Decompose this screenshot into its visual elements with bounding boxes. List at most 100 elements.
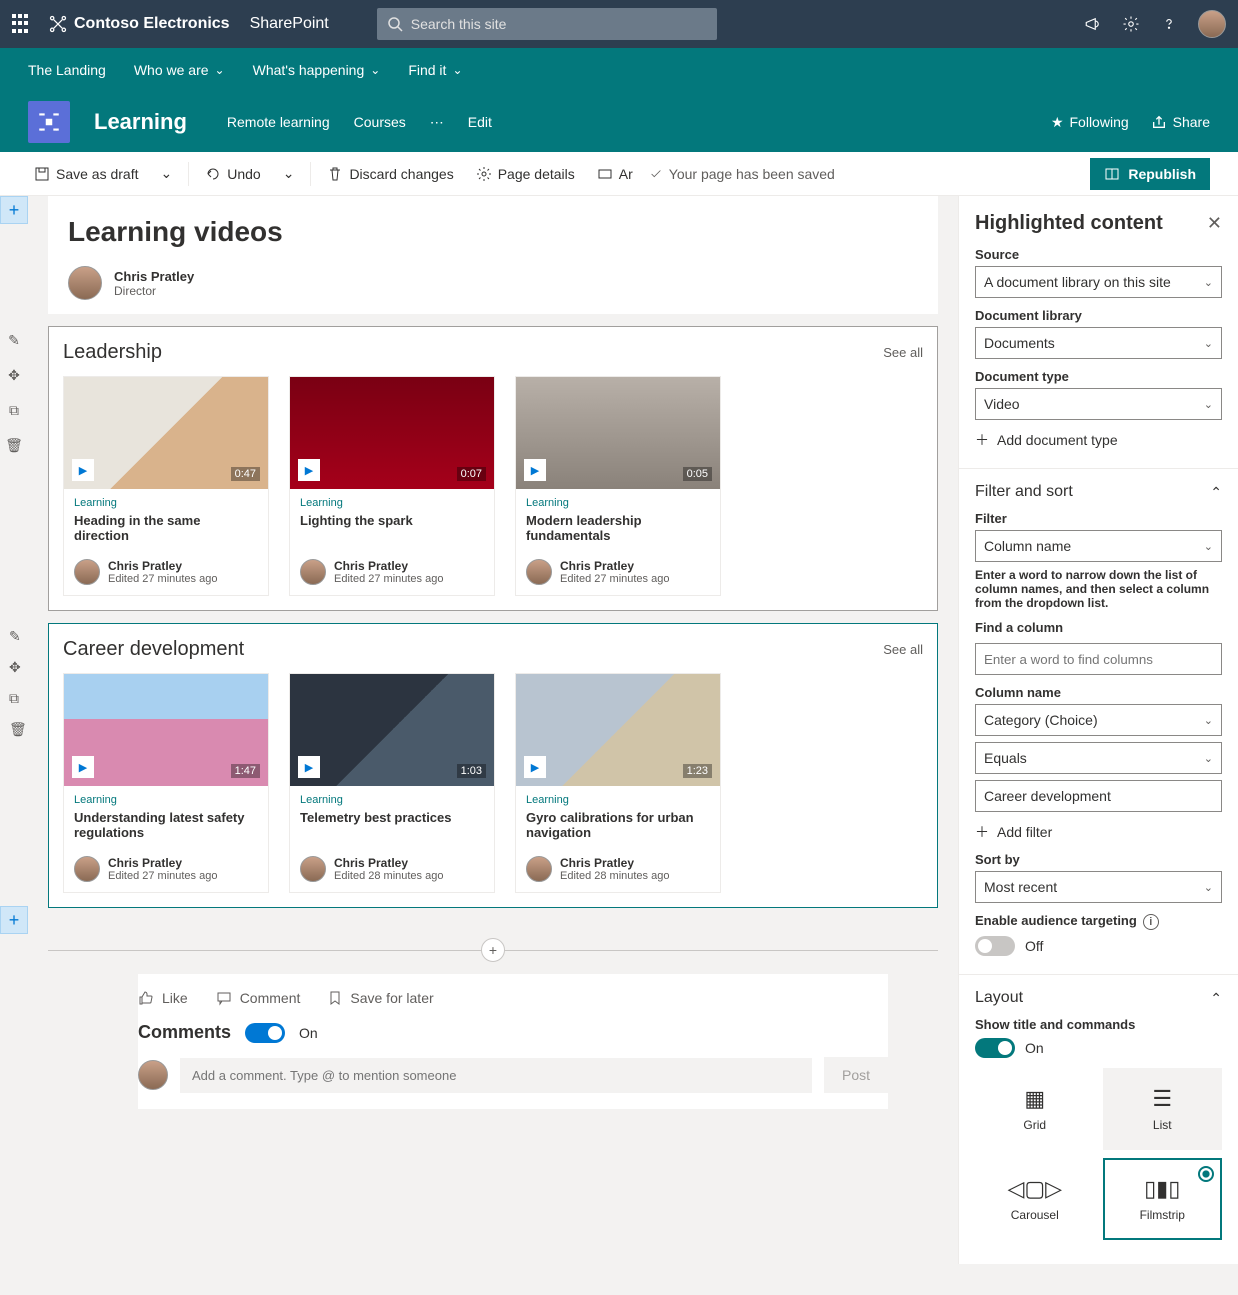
move-icon[interactable]: ✥ — [8, 367, 20, 384]
add-doctype-button[interactable]: ＋Add document type — [975, 430, 1222, 450]
close-icon[interactable]: ✕ — [1207, 213, 1222, 234]
video-card[interactable]: ▶ 0:47 Learning Heading in the same dire… — [63, 376, 269, 596]
video-card[interactable]: ▶ 1:03 Learning Telemetry best practices… — [289, 673, 495, 893]
comments-toggle[interactable] — [245, 1023, 285, 1043]
user-avatar[interactable] — [1198, 10, 1226, 38]
column-name-select[interactable]: Category (Choice)⌄ — [975, 704, 1222, 736]
app-launcher-icon[interactable] — [12, 14, 32, 34]
save-icon — [34, 166, 50, 182]
card-edited: Edited 28 minutes ago — [334, 870, 443, 882]
content-section[interactable]: Leadership See all ▶ 0:47 Learning Headi… — [48, 326, 938, 611]
card-author-avatar — [74, 856, 100, 882]
discard-button[interactable]: Discard changes — [321, 162, 459, 186]
value-select[interactable]: Career development — [975, 780, 1222, 812]
nav-more[interactable]: ⋯ — [430, 114, 444, 131]
delete-icon[interactable]: 🗑 — [9, 721, 27, 738]
save-later-button[interactable]: Save for later — [328, 990, 433, 1006]
source-select[interactable]: A document library on this site⌄ — [975, 266, 1222, 298]
video-card[interactable]: ▶ 0:05 Learning Modern leadership fundam… — [515, 376, 721, 596]
video-card[interactable]: ▶ 0:07 Learning Lighting the spark Chris… — [289, 376, 495, 596]
site-logo[interactable] — [28, 101, 70, 143]
megaphone-icon[interactable] — [1084, 15, 1102, 33]
site-title[interactable]: Learning — [94, 109, 187, 135]
video-duration: 0:05 — [683, 467, 712, 481]
video-card[interactable]: ▶ 1:23 Learning Gyro calibrations for ur… — [515, 673, 721, 893]
page-canvas: Learning videos Chris Pratley Director L… — [28, 196, 958, 1264]
filter-sort-header[interactable]: Filter and sort⌃ — [975, 483, 1222, 501]
video-category: Learning — [74, 497, 258, 509]
ar-button[interactable]: Ar — [591, 162, 639, 186]
doctype-label: Document type — [975, 369, 1222, 384]
brand: Contoso Electronics — [48, 14, 230, 34]
card-edited: Edited 27 minutes ago — [334, 573, 443, 585]
see-all-link[interactable]: See all — [883, 345, 923, 360]
undo-chevron[interactable]: ⌄ — [277, 161, 301, 186]
layout-filmstrip-option[interactable]: ▯▮▯Filmstrip — [1103, 1158, 1223, 1240]
add-section-button[interactable]: + — [0, 196, 28, 224]
filter-hint: Enter a word to narrow down the list of … — [975, 568, 1222, 610]
help-icon[interactable] — [1160, 15, 1178, 33]
share-button[interactable]: Share — [1151, 114, 1210, 130]
layout-grid-option[interactable]: ▦Grid — [975, 1068, 1095, 1150]
card-author-avatar — [74, 559, 100, 585]
nav-courses[interactable]: Courses — [354, 114, 406, 131]
audience-toggle[interactable] — [975, 936, 1015, 956]
find-column-input[interactable] — [975, 643, 1222, 675]
show-title-toggle[interactable] — [975, 1038, 1015, 1058]
add-webpart-divider[interactable]: + — [48, 938, 938, 962]
republish-button[interactable]: Republish — [1090, 158, 1210, 190]
author-avatar — [68, 266, 102, 300]
info-icon[interactable]: i — [1143, 914, 1159, 930]
layout-header[interactable]: Layout⌃ — [975, 989, 1222, 1007]
save-chevron[interactable]: ⌄ — [155, 161, 179, 186]
follow-button[interactable]: ★ Following — [1051, 114, 1129, 131]
nav-landing[interactable]: The Landing — [28, 62, 106, 78]
post-button[interactable]: Post — [824, 1057, 888, 1093]
nav-who-we-are[interactable]: Who we are — [134, 62, 225, 78]
delete-icon[interactable]: 🗑 — [5, 437, 23, 454]
add-section-button-bottom[interactable]: + — [0, 906, 28, 934]
video-category: Learning — [300, 497, 484, 509]
video-card[interactable]: ▶ 1:47 Learning Understanding latest saf… — [63, 673, 269, 893]
sort-select[interactable]: Most recent⌄ — [975, 871, 1222, 903]
undo-button[interactable]: Undo — [199, 162, 266, 186]
video-title: Understanding latest safety regulations — [74, 810, 258, 842]
source-label: Source — [975, 247, 1222, 262]
comment-field[interactable] — [180, 1058, 812, 1093]
search-input[interactable]: Search this site — [377, 8, 717, 40]
video-duration: 1:47 — [231, 764, 260, 778]
card-author-name: Chris Pratley — [334, 559, 443, 573]
play-icon: ▶ — [72, 459, 94, 481]
edit-icon[interactable]: ✎ — [8, 332, 20, 349]
operator-select[interactable]: Equals⌄ — [975, 742, 1222, 774]
content-section[interactable]: ✎✥⧉🗑 Career development See all ▶ 1:47 L… — [48, 623, 938, 908]
add-filter-button[interactable]: ＋Add filter — [975, 822, 1222, 842]
doctype-select[interactable]: Video⌄ — [975, 388, 1222, 420]
share-icon — [1151, 114, 1167, 130]
see-all-link[interactable]: See all — [883, 642, 923, 657]
save-draft-button[interactable]: Save as draft — [28, 162, 145, 186]
card-author-name: Chris Pratley — [334, 856, 443, 870]
nav-edit[interactable]: Edit — [468, 114, 492, 131]
comments-label: Comments — [138, 1022, 231, 1043]
nav-find-it[interactable]: Find it — [408, 62, 462, 78]
comment-button[interactable]: Comment — [216, 990, 301, 1006]
video-category: Learning — [74, 794, 258, 806]
nav-remote-learning[interactable]: Remote learning — [227, 114, 330, 131]
layout-list-option[interactable]: ☰List — [1103, 1068, 1223, 1150]
edit-icon[interactable]: ✎ — [9, 628, 27, 645]
copy-icon[interactable]: ⧉ — [9, 402, 19, 419]
filter-select[interactable]: Column name⌄ — [975, 530, 1222, 562]
video-thumbnail: ▶ 0:07 — [290, 377, 494, 489]
move-icon[interactable]: ✥ — [9, 659, 27, 676]
video-thumbnail: ▶ 1:47 — [64, 674, 268, 786]
page-details-button[interactable]: Page details — [470, 162, 581, 186]
doclib-select[interactable]: Documents⌄ — [975, 327, 1222, 359]
page-author: Chris Pratley Director — [48, 248, 938, 304]
nav-whats-happening[interactable]: What's happening — [253, 62, 381, 78]
gear-icon[interactable] — [1122, 15, 1140, 33]
layout-carousel-option[interactable]: ◁▢▷Carousel — [975, 1158, 1095, 1240]
page-engagement: Like Comment Save for later Comments On — [138, 974, 888, 1109]
copy-icon[interactable]: ⧉ — [9, 690, 27, 707]
like-button[interactable]: Like — [138, 990, 188, 1006]
